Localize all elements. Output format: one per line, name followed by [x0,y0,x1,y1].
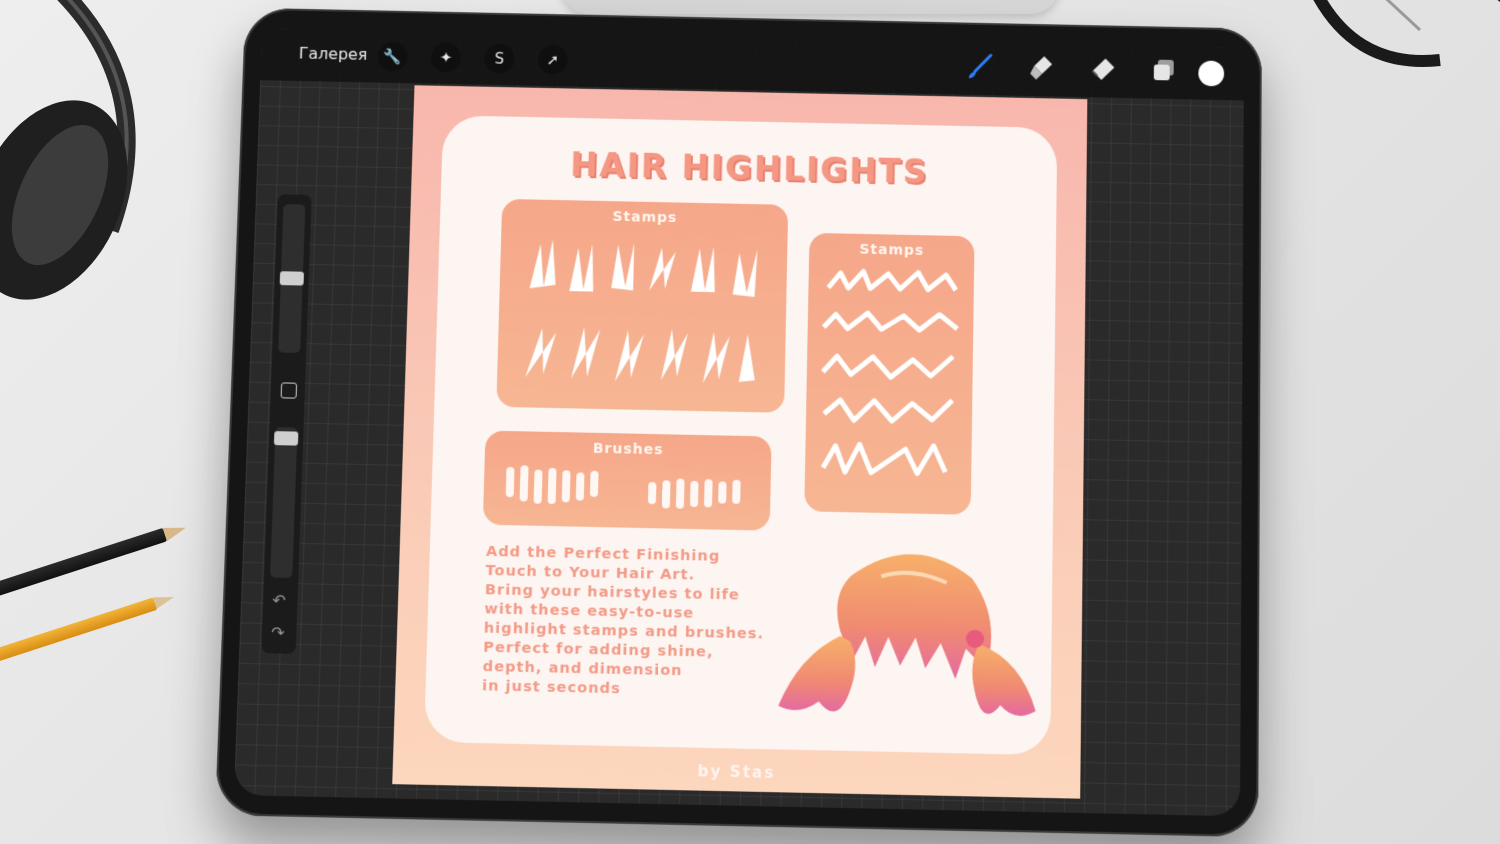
magic-wand-icon[interactable]: ✦ [430,42,462,73]
brush-size-knob[interactable] [279,271,305,286]
stamp-strokes-right [804,233,974,515]
modify-button[interactable] [280,382,298,399]
color-picker[interactable] [1198,60,1225,87]
left-sidebar: ↶ ↷ [261,194,312,654]
anime-hair-illustration [778,552,1037,717]
stamps-panel-right: Stamps [804,232,975,515]
byline: by Stas [697,762,776,783]
desk-device [560,0,1060,14]
smudge-icon[interactable] [1024,51,1058,85]
promo-card: HAIR HIGHLIGHTS Stamps Stamps Brushes Ad… [423,115,1058,756]
opacity-slider[interactable] [270,427,299,579]
redo-icon[interactable]: ↷ [271,623,285,642]
selection-icon[interactable]: S [484,43,515,74]
opacity-knob[interactable] [273,431,299,446]
top-toolbar: Галерея 🔧 ✦ S ➚ [260,27,1245,101]
headphones-image [0,0,136,300]
tablet-device: Галерея 🔧 ✦ S ➚ ↶ ↷ HAIR HIGHLIGHTS Stam… [215,7,1262,838]
transform-arrow-icon[interactable]: ➚ [537,44,568,75]
undo-icon[interactable]: ↶ [272,591,286,610]
layers-icon[interactable] [1147,54,1181,88]
brush-strokes [505,465,741,509]
yellow-pencil [0,597,158,672]
brush-icon[interactable] [963,50,997,84]
artwork-title: HAIR HIGHLIGHTS [569,145,929,192]
gallery-button[interactable]: Галерея [299,44,368,64]
wrench-icon[interactable]: 🔧 [377,41,408,72]
brush-size-slider[interactable] [278,204,306,353]
black-pencil [0,527,168,607]
artwork-canvas[interactable]: HAIR HIGHLIGHTS Stamps Stamps Brushes Ad… [392,85,1088,799]
description-text: Add the Perfect Finishing Touch to Your … [482,543,788,703]
stamp-strokes-left [525,238,758,384]
eraser-icon[interactable] [1085,52,1119,86]
stamps-panel-left: Stamps [496,198,789,413]
glasses-image [1313,0,1500,67]
procreate-screen: Галерея 🔧 ✦ S ➚ ↶ ↷ HAIR HIGHLIGHTS Stam… [233,27,1245,817]
brushes-panel: Brushes [482,430,772,531]
